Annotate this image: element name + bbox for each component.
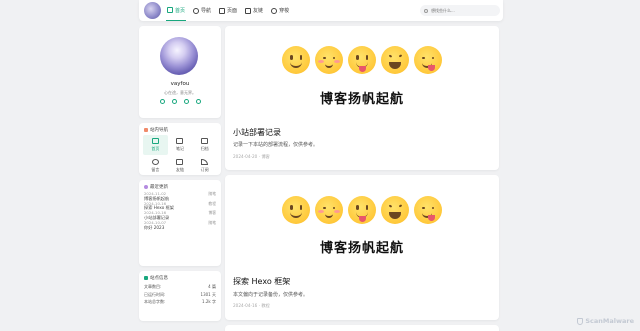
post-title[interactable]: 探索 Hexo 框架: [233, 276, 290, 287]
profile-name: vayfou: [170, 81, 190, 87]
tongue-emoji-icon: [348, 196, 376, 224]
post-list: 博客扬帆起航 小站部署记录 记录一下本站的部署流程，仅供参考。 2024-04-…: [225, 26, 499, 331]
nav-friends[interactable]: 友链: [244, 0, 264, 21]
quicknav-notes[interactable]: 笔记: [168, 135, 193, 155]
post-card[interactable]: 博客扬帆起航 小站部署记录 记录一下本站的部署流程，仅供参考。 2024-04-…: [225, 26, 499, 170]
quicknav-subscribe[interactable]: 订阅: [192, 156, 217, 176]
nav-pages[interactable]: 页面: [218, 0, 238, 21]
quicknav-links[interactable]: 友链: [168, 156, 193, 176]
yum-emoji-icon: [414, 46, 442, 74]
yum-emoji-icon: [414, 196, 442, 224]
search-icon: [424, 8, 428, 13]
clock-icon[interactable]: [183, 99, 189, 104]
laugh-emoji-icon: [381, 46, 409, 74]
post-excerpt: 记录一下本站的部署流程，仅供参考。: [233, 142, 319, 148]
post-cover: [225, 46, 499, 74]
avatar[interactable]: [160, 37, 198, 75]
post-banner-title: 博客扬帆起航: [319, 92, 404, 107]
blush-emoji-icon: [315, 196, 343, 224]
recent-link[interactable]: 你好 2023: [144, 225, 216, 231]
nav-shuttle[interactable]: 穿梭: [270, 0, 290, 21]
smile-emoji-icon: [282, 46, 310, 74]
post-meta: 2024-04-16 · 教程: [233, 303, 270, 308]
search-box[interactable]: [420, 5, 500, 16]
watermark: ScanMalware: [577, 317, 634, 325]
bell-icon: [245, 7, 252, 14]
flask-icon: [219, 7, 226, 14]
quicknav-card: 站内导航 首页 笔记 归档 留言 友链 订阅: [139, 123, 221, 175]
main-nav: 首页 导航 页面 友链 穿梭: [166, 0, 290, 21]
fire-icon: [144, 128, 148, 132]
post-excerpt: 本文偏向于记录备份，仅供参考。: [233, 292, 309, 298]
rss-icon: [201, 159, 209, 165]
wechat-icon[interactable]: [195, 99, 201, 104]
stat-row: 已运行时间: 1301 天: [144, 291, 216, 297]
post-card[interactable]: 博客扬帆起航 探索 Hexo 框架 本文偏向于记录备份，仅供参考。 2024-0…: [225, 175, 499, 320]
quicknav-archive[interactable]: 归档: [192, 135, 217, 155]
post-cover: [225, 196, 499, 224]
blush-emoji-icon: [315, 46, 343, 74]
home-icon: [167, 7, 173, 13]
profile-card: vayfou 心在途，意无界。: [139, 26, 221, 118]
shield-icon: [577, 317, 584, 325]
compass-icon: [193, 7, 200, 14]
stat-row: 文章数目: 4 篇: [144, 284, 216, 289]
top-navbar: 首页 导航 页面 友链 穿梭: [139, 0, 503, 21]
post-meta: 2024-04-20 · 博客: [233, 154, 270, 159]
shuttle-icon: [271, 7, 278, 14]
stat-row: 本站总字数: 1.2k 字: [144, 299, 216, 304]
social-links: [139, 99, 221, 104]
chart-icon: [144, 276, 148, 280]
message-icon: [151, 159, 159, 165]
laugh-emoji-icon: [381, 196, 409, 224]
tongue-emoji-icon: [348, 46, 376, 74]
stats-title: 站点信息: [139, 271, 221, 283]
recent-card: 最近更新 2024-11-02 随笔 博客扬帆起航 2024-10-16 教程 探索…: [139, 180, 221, 266]
smile-emoji-icon: [282, 196, 310, 224]
post-title[interactable]: 小站部署记录: [233, 127, 281, 138]
quicknav-home[interactable]: 首页: [143, 135, 168, 155]
home-icon: [151, 138, 159, 144]
rss-icon[interactable]: [171, 99, 177, 104]
quicknav-message[interactable]: 留言: [143, 156, 168, 176]
site-logo-avatar[interactable]: [144, 2, 161, 19]
clock-icon: [144, 185, 148, 189]
nav-guide[interactable]: 导航: [192, 0, 212, 21]
link-icon: [176, 159, 184, 165]
sidebar: vayfou 心在途，意无界。 站内导航 首页 笔记 归档 留言 友链 订阅 最…: [139, 26, 221, 326]
quicknav-title: 站内导航: [139, 123, 221, 135]
search-input[interactable]: [431, 8, 491, 13]
post-card[interactable]: [225, 325, 499, 331]
post-banner-title: 博客扬帆起航: [319, 241, 404, 256]
notebook-icon: [176, 138, 184, 144]
stats-card: 站点信息 文章数目: 4 篇 已运行时间: 1301 天 本站总字数: 1.2k 字: [139, 271, 221, 321]
github-icon[interactable]: [159, 99, 165, 104]
nav-home[interactable]: 首页: [166, 0, 187, 21]
archive-icon: [201, 138, 209, 144]
profile-bio: 心在途，意无界。: [164, 90, 196, 95]
